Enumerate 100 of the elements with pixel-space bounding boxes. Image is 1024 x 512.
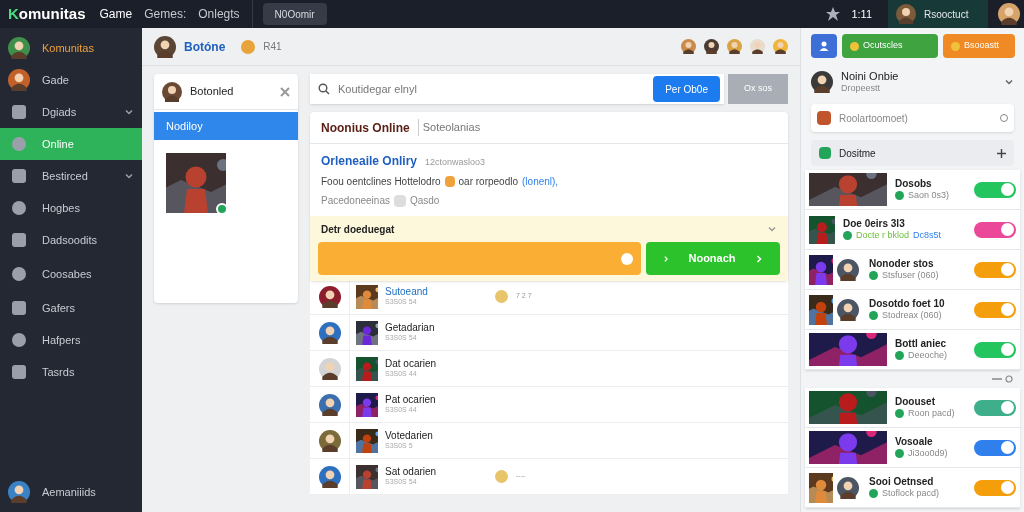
sidebar-item[interactable]: Dgiads — [0, 96, 142, 128]
detail-text: Qasdo — [409, 194, 440, 208]
game-row[interactable]: Dosobs Saon 0s3) — [805, 170, 1020, 210]
menu-icon — [10, 167, 28, 185]
avatar-icon — [162, 81, 182, 102]
card-title: Botonled — [190, 84, 235, 100]
row-title[interactable]: Pat ocarien — [385, 393, 495, 407]
contacts-button[interactable] — [811, 34, 837, 58]
row-title[interactable]: Dat ocarien — [385, 357, 495, 371]
toggle-switch[interactable] — [974, 399, 1016, 416]
toggle-switch[interactable] — [974, 181, 1016, 198]
chevron-right-icon — [754, 253, 764, 264]
menu-icon — [10, 231, 28, 249]
heading-note: 12ctonwasloo3 — [425, 156, 486, 169]
avatar-icon — [681, 39, 696, 54]
nav-button[interactable]: N0Oomir — [262, 3, 327, 25]
avatar-icon — [318, 465, 341, 488]
coin-icon — [495, 290, 508, 303]
row-title[interactable]: Getadarian — [385, 321, 495, 335]
chevron-down-icon — [1004, 77, 1014, 87]
avatar-icon — [773, 39, 788, 54]
game-row[interactable]: Sooi Oetnsed Stoflock pacd) — [805, 468, 1020, 508]
game-row[interactable]: Bottl aniec Deeoche) — [805, 330, 1020, 370]
tag-icon — [444, 176, 455, 187]
sidebar-item[interactable]: Gafers — [0, 292, 142, 324]
user-menu[interactable]: Rsooctuct — [888, 0, 988, 28]
add-icon[interactable] — [997, 148, 1006, 158]
game-row[interactable]: Dosotdo foet 10 Stodreax (060) — [805, 290, 1020, 330]
avatar-icon — [318, 285, 341, 308]
sidebar-item[interactable]: Komunitas — [0, 32, 142, 64]
nav-link[interactable]: Onlegts — [198, 5, 240, 23]
game-subtitle: Docte r bklod — [856, 230, 910, 242]
nav-link[interactable]: Gemes: — [144, 5, 187, 23]
profile-name: Noini Onbie — [841, 69, 900, 84]
logo[interactable]: Komunitas — [8, 2, 86, 26]
game-row[interactable]: Vosoale Ji3oo0d9) — [805, 428, 1020, 468]
chevron-down-icon — [767, 224, 777, 234]
row-title[interactable]: Sutoeand — [385, 285, 495, 299]
nav-link[interactable]: Game — [99, 5, 133, 23]
close-icon[interactable] — [280, 86, 290, 97]
sidebar-item[interactable]: Gade — [0, 64, 142, 96]
section-icon — [819, 147, 831, 159]
menu-icon — [10, 265, 28, 283]
detail-link[interactable]: (lonenl), — [522, 174, 559, 189]
toggle-switch[interactable] — [974, 341, 1016, 358]
avatar-icon — [837, 258, 859, 281]
toggle-switch[interactable] — [974, 301, 1016, 318]
menu-icon — [10, 103, 28, 121]
star-icon[interactable] — [825, 6, 842, 22]
status-icon — [869, 489, 878, 499]
search-button[interactable]: Per Ob0e — [653, 76, 720, 102]
game-title: Vosoale — [895, 435, 934, 449]
scroll-handle-icon[interactable] — [992, 375, 1014, 383]
game-title: Bottl aniec — [895, 337, 948, 351]
game-subtitle: Roon pacd) — [908, 408, 955, 420]
text-field[interactable]: Roolartoomoet) — [811, 104, 1014, 132]
toggle-switch[interactable] — [974, 221, 1016, 238]
status-icon — [895, 191, 904, 201]
text-input[interactable]: Roolartoomoet) — [839, 110, 992, 126]
row-title[interactable]: Votedarien — [385, 429, 495, 443]
chevron-down-icon — [124, 171, 134, 181]
at-icon — [393, 194, 406, 207]
game-title: Dosotdo foet 10 — [869, 297, 946, 311]
row-title[interactable]: Sat odarien — [385, 465, 495, 479]
avatar-icon — [8, 37, 30, 59]
game-tag: Dc8s5t — [913, 230, 942, 242]
detail-text: Pacedoneeinas — [321, 194, 390, 208]
section-header[interactable]: Detr doeduegat — [318, 216, 780, 242]
list-item[interactable]: Nodiloy — [154, 112, 298, 140]
toggle-switch[interactable] — [974, 261, 1016, 278]
sidebar-item[interactable]: Hogbes — [0, 192, 142, 224]
panel-subtitle: Soteolanias — [417, 119, 481, 136]
section-title: Dositme — [839, 146, 877, 161]
toggle-switch[interactable] — [974, 479, 1016, 496]
chevron-down-icon — [124, 107, 134, 117]
status-icon — [895, 409, 904, 419]
panel-heading: Orleneaile Onliry — [321, 153, 418, 170]
menu-icon — [10, 363, 28, 381]
sidebar-item[interactable]: Bestirced — [0, 160, 142, 192]
game-row[interactable]: Nonoder stos Stsfuser (060) — [805, 250, 1020, 290]
status-icon — [869, 271, 878, 281]
game-row[interactable]: Doe 0eirs 3l3 Docte r bklod Dc8s5t — [805, 210, 1020, 250]
search-field[interactable]: Koutidegar elnyl Per Ob0e — [310, 74, 724, 104]
sidebar-item[interactable]: Coosabes — [0, 258, 142, 290]
avatar-icon — [318, 321, 341, 344]
profile-status: Dropeestt — [841, 83, 882, 95]
menu-icon — [10, 331, 28, 349]
status-icon — [895, 449, 904, 459]
user-name[interactable]: Aemaniiids — [42, 483, 96, 501]
sidebar-item[interactable]: Hafpers — [0, 324, 142, 356]
sidebar-item[interactable]: Tasrds — [0, 356, 142, 388]
status-icon — [869, 311, 878, 321]
coin-icon — [495, 470, 508, 483]
game-subtitle: Stodreax (060) — [882, 310, 942, 322]
game-subtitle: Stoflock pacd) — [882, 488, 940, 500]
toggle-switch[interactable] — [974, 439, 1016, 456]
chest-icon — [817, 111, 831, 125]
game-subtitle: Deeoche) — [908, 350, 948, 362]
sidebar-item[interactable]: Dadsoodits — [0, 224, 142, 256]
game-row[interactable]: Doouset Roon pacd) — [805, 388, 1020, 428]
